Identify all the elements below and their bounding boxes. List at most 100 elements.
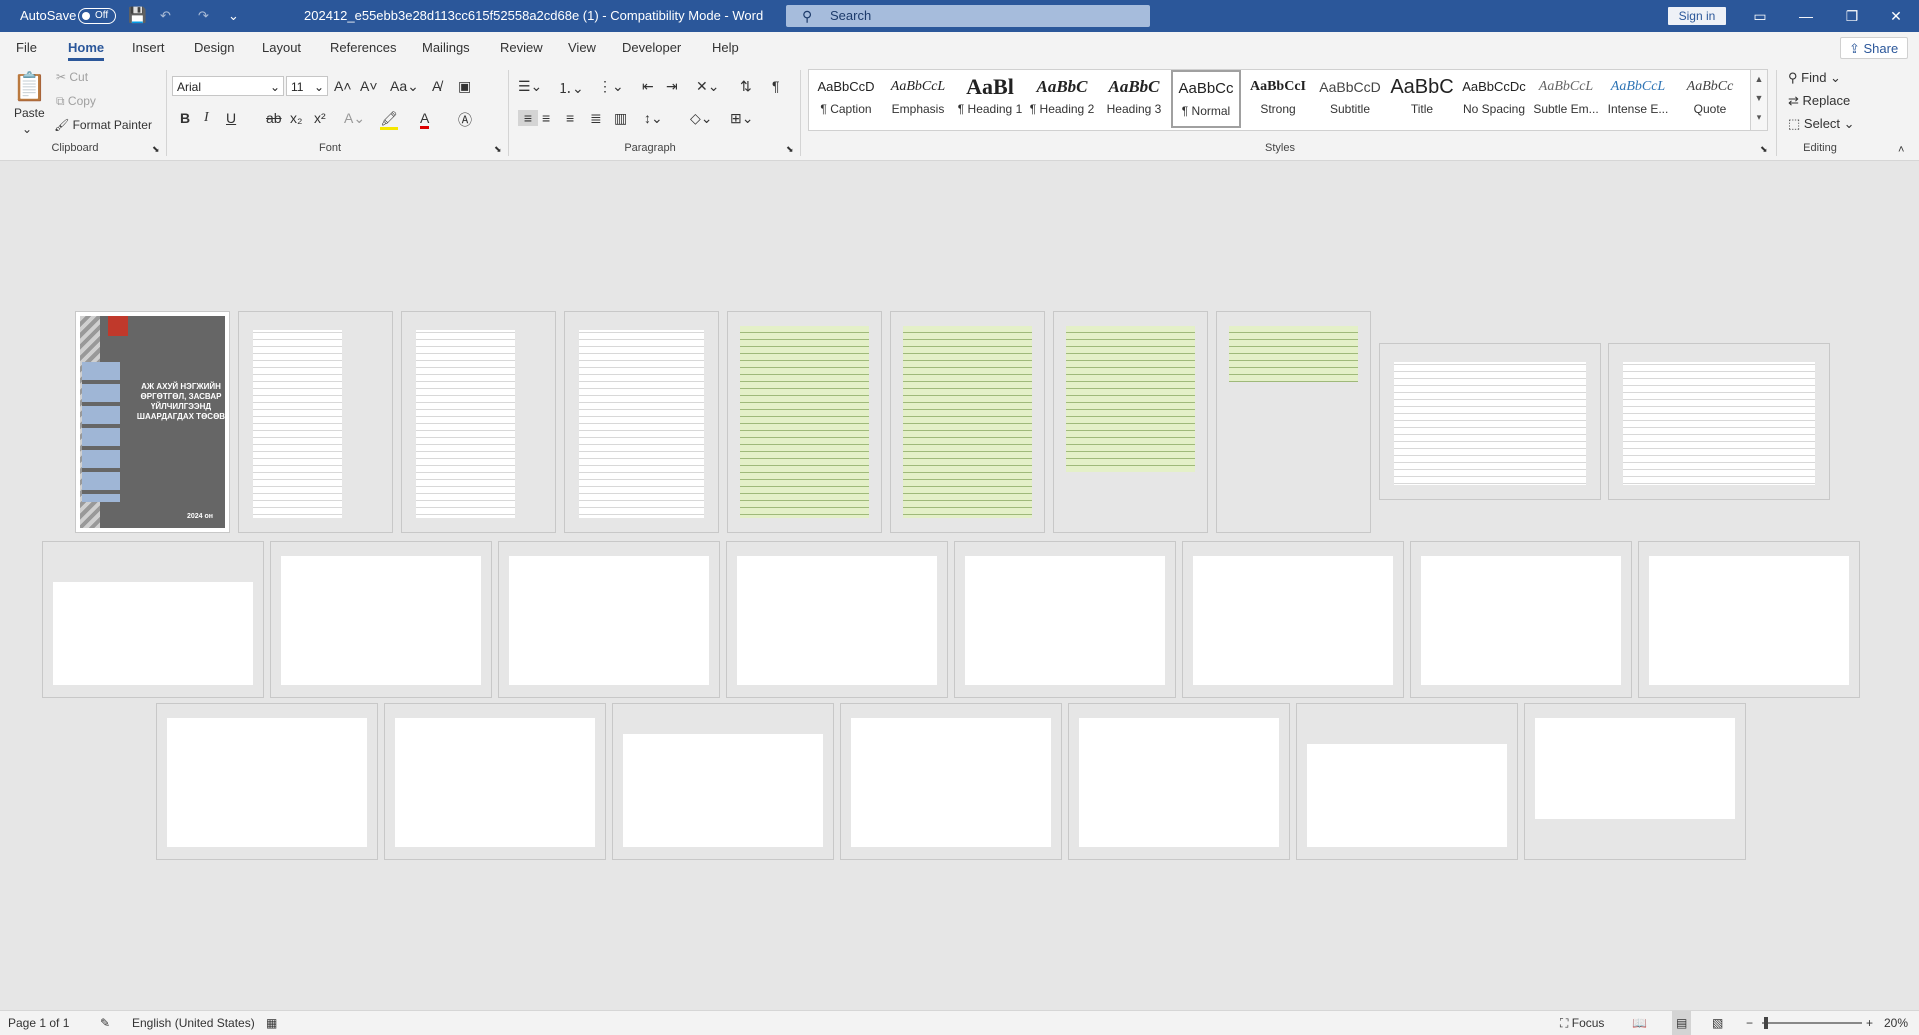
cut-button[interactable]: ✂ Cut bbox=[56, 70, 88, 84]
zoom-slider[interactable] bbox=[1762, 1022, 1862, 1024]
borders-icon[interactable]: ⊞⌄ bbox=[730, 110, 753, 127]
style-subtle-emphasis[interactable]: AaBbCcL Subtle Em... bbox=[1531, 70, 1601, 128]
style-title[interactable]: AaBbC Title bbox=[1387, 70, 1457, 128]
more-styles-icon[interactable]: ▾ bbox=[1757, 112, 1762, 122]
tab-layout[interactable]: Layout bbox=[262, 32, 301, 64]
zoom-slider-thumb[interactable] bbox=[1764, 1017, 1768, 1029]
style-caption[interactable]: AaBbCcD ¶ Caption bbox=[811, 70, 881, 128]
italic-button[interactable]: I bbox=[204, 110, 209, 126]
tab-references[interactable]: References bbox=[330, 32, 396, 64]
page-thumbnail[interactable] bbox=[384, 703, 606, 860]
page-thumbnail[interactable] bbox=[238, 311, 393, 533]
style-heading-3[interactable]: AaBbC Heading 3 bbox=[1099, 70, 1169, 128]
grow-font-icon[interactable]: A˄ bbox=[334, 78, 352, 94]
page-thumbnail[interactable] bbox=[1379, 343, 1601, 500]
page-thumbnail[interactable] bbox=[727, 311, 882, 533]
styles-launcher-icon[interactable]: ⬊ bbox=[1760, 144, 1768, 155]
read-mode-icon[interactable]: 📖 bbox=[1632, 1011, 1647, 1035]
sort-icon[interactable]: ⇅ bbox=[740, 78, 752, 95]
decrease-indent-icon[interactable]: ⇤ bbox=[642, 78, 654, 95]
search-input[interactable]: ⚲ Search bbox=[786, 5, 1150, 27]
restore-icon[interactable]: ❐ bbox=[1830, 0, 1874, 32]
macro-icon[interactable]: ▦ bbox=[266, 1011, 277, 1035]
text-effects-icon[interactable]: A⌄ bbox=[344, 110, 365, 127]
page-thumbnail[interactable] bbox=[1216, 311, 1371, 533]
page-thumbnail[interactable] bbox=[612, 703, 834, 860]
web-layout-icon[interactable]: ▧ bbox=[1712, 1011, 1723, 1035]
page-thumbnail[interactable] bbox=[1608, 343, 1830, 500]
customize-toolbar-icon[interactable]: ⌄ bbox=[228, 0, 239, 32]
clear-formatting-icon[interactable]: A̸ bbox=[432, 78, 441, 94]
shrink-font-icon[interactable]: A˅ bbox=[360, 78, 378, 94]
format-painter-button[interactable]: 🖌 Format Painter bbox=[54, 118, 152, 132]
chevron-up-icon[interactable]: ▲ bbox=[1755, 74, 1764, 84]
undo-icon[interactable]: ↶ bbox=[160, 0, 171, 32]
clipboard-launcher-icon[interactable]: ⬊ bbox=[152, 144, 160, 155]
zoom-in-icon[interactable]: + bbox=[1866, 1011, 1873, 1035]
paragraph-launcher-icon[interactable]: ⬊ bbox=[786, 144, 794, 155]
copy-button[interactable]: ⧉ Copy bbox=[56, 94, 96, 109]
chevron-down-icon[interactable]: ▼ bbox=[1755, 93, 1764, 103]
page-thumbnail[interactable] bbox=[401, 311, 556, 533]
font-launcher-icon[interactable]: ⬊ bbox=[494, 144, 502, 155]
show-formatting-marks-icon[interactable]: ¶ bbox=[772, 78, 780, 94]
focus-button[interactable]: ⛶ Focus bbox=[1560, 1011, 1604, 1035]
page-thumbnail[interactable] bbox=[1068, 703, 1290, 860]
collapse-ribbon-icon[interactable]: ˄ bbox=[1898, 144, 1904, 156]
minimize-icon[interactable]: — bbox=[1784, 0, 1828, 32]
zoom-out-icon[interactable]: − bbox=[1746, 1011, 1753, 1035]
change-case-icon[interactable]: Aa⌄ bbox=[390, 78, 419, 95]
page-count[interactable]: Page 1 of 1 bbox=[8, 1011, 69, 1035]
highlight-icon[interactable]: 🖍 bbox=[380, 110, 398, 130]
select-button[interactable]: ⬚ Select ⌄ bbox=[1788, 116, 1855, 132]
shading-icon[interactable]: ◇⌄ bbox=[690, 110, 713, 127]
ribbon-display-icon[interactable]: ▭ bbox=[1738, 0, 1782, 32]
page-thumbnail[interactable] bbox=[1524, 703, 1746, 860]
font-color-icon[interactable]: A bbox=[420, 110, 430, 129]
line-spacing-icon[interactable]: ↕⌄ bbox=[644, 110, 663, 127]
font-size-select[interactable]: 11 ⌄ bbox=[286, 76, 328, 96]
style-quote[interactable]: AaBbCc Quote bbox=[1675, 70, 1745, 128]
bold-button[interactable]: B bbox=[180, 110, 190, 126]
subscript-button[interactable]: x₂ bbox=[290, 110, 302, 126]
multilevel-list-icon[interactable]: ⋮⌄ bbox=[598, 78, 624, 95]
align-left-icon[interactable]: ≡ bbox=[518, 110, 538, 126]
style-strong[interactable]: AaBbCcI Strong bbox=[1243, 70, 1313, 128]
paste-dropdown-icon[interactable]: ⌄ bbox=[22, 122, 32, 136]
character-shading-icon[interactable]: Ⓐ bbox=[458, 110, 472, 130]
autosave-toggle[interactable]: Off bbox=[78, 8, 116, 24]
document-canvas[interactable]: АЖ АХУЙ НЭГЖИЙН ӨРГӨТГӨЛ, ЗАСВАР ҮЙЛЧИЛГ… bbox=[0, 161, 1919, 1010]
page-thumbnail[interactable] bbox=[156, 703, 378, 860]
zoom-level[interactable]: 20% bbox=[1884, 1011, 1908, 1035]
page-thumbnail[interactable] bbox=[1410, 541, 1632, 698]
align-center-icon[interactable]: ≡ bbox=[542, 110, 550, 126]
strikethrough-button[interactable]: ab bbox=[266, 110, 282, 126]
superscript-button[interactable]: x² bbox=[314, 110, 326, 126]
language-status[interactable]: English (United States) bbox=[132, 1011, 255, 1035]
font-name-select[interactable]: Arial ⌄ bbox=[172, 76, 284, 96]
text-box-icon[interactable]: ▣ bbox=[458, 78, 471, 95]
tab-mailings[interactable]: Mailings bbox=[422, 32, 470, 64]
page-thumbnail[interactable] bbox=[1638, 541, 1860, 698]
page-thumbnail[interactable] bbox=[840, 703, 1062, 860]
tab-design[interactable]: Design bbox=[194, 32, 234, 64]
close-icon[interactable]: ✕ bbox=[1874, 0, 1918, 32]
tab-developer[interactable]: Developer bbox=[622, 32, 681, 64]
style-intense-emphasis[interactable]: AaBbCcL Intense E... bbox=[1603, 70, 1673, 128]
page-thumbnail[interactable] bbox=[42, 541, 264, 698]
page-thumbnail[interactable] bbox=[890, 311, 1045, 533]
tab-insert[interactable]: Insert bbox=[132, 32, 165, 64]
find-button[interactable]: ⚲ Find ⌄ bbox=[1788, 70, 1841, 86]
page-thumbnail[interactable] bbox=[270, 541, 492, 698]
proofing-icon[interactable]: ✎ bbox=[100, 1011, 110, 1035]
save-icon[interactable]: 💾 bbox=[128, 0, 147, 32]
paste-icon[interactable]: 📋 bbox=[12, 70, 47, 103]
increase-indent-icon[interactable]: ⇥ bbox=[666, 78, 678, 95]
page-cover[interactable]: АЖ АХУЙ НЭГЖИЙН ӨРГӨТГӨЛ, ЗАСВАР ҮЙЛЧИЛГ… bbox=[75, 311, 230, 533]
tab-review[interactable]: Review bbox=[500, 32, 543, 64]
page-thumbnail[interactable] bbox=[1053, 311, 1208, 533]
page-thumbnail[interactable] bbox=[564, 311, 719, 533]
style-emphasis[interactable]: AaBbCcL Emphasis bbox=[883, 70, 953, 128]
page-thumbnail[interactable] bbox=[1182, 541, 1404, 698]
replace-button[interactable]: ⇄ Replace bbox=[1788, 93, 1850, 109]
